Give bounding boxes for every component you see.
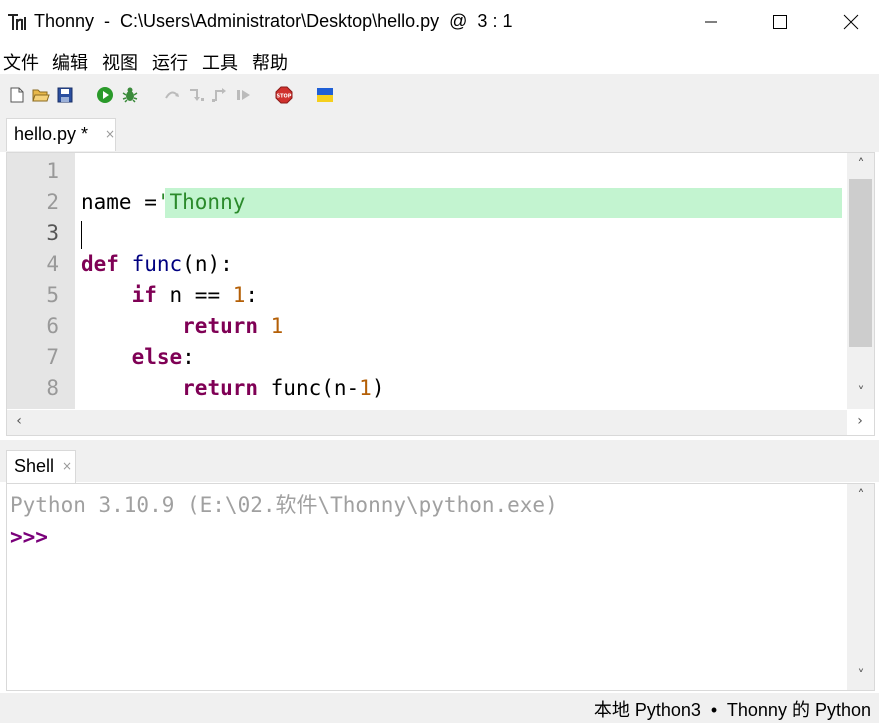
save-icon[interactable]	[56, 86, 74, 104]
svg-text:STOP: STOP	[277, 94, 292, 100]
shell-tab-label: Shell	[14, 456, 55, 476]
debug-icon[interactable]	[121, 86, 139, 104]
line-number: 7	[46, 345, 59, 369]
line-number-current: 3	[46, 221, 59, 245]
editor-tab-label: hello.py *	[14, 124, 89, 144]
shell-banner: Python 3.10.9 (E:\02.软件\Thonny\python.ex…	[10, 493, 558, 517]
maximize-button[interactable]	[757, 0, 803, 44]
step-out-icon[interactable]	[211, 86, 229, 104]
code-line-6: return 1	[182, 314, 284, 338]
menu-tools[interactable]: 工具	[202, 49, 238, 75]
editor-scroll-thumb[interactable]	[849, 179, 872, 347]
code-line-4: def func(n):	[81, 252, 233, 276]
ukraine-flag-icon[interactable]	[316, 86, 334, 104]
code-line-5: if n == 1:	[131, 283, 259, 307]
thonny-logo-icon	[6, 11, 28, 33]
menu-help[interactable]: 帮助	[252, 49, 288, 75]
editor-tab-strip	[0, 116, 879, 152]
close-tab-icon[interactable]: ×	[62, 459, 72, 473]
line-number-gutter: 1 2 3 4 5 6 7 8	[7, 153, 75, 409]
close-tab-icon[interactable]: ×	[105, 127, 115, 141]
unclosed-string-highlight	[165, 188, 842, 218]
line-number: 6	[46, 314, 59, 338]
scroll-down-icon[interactable]: ˅	[851, 385, 871, 401]
code-line-2: name ='Thonny	[81, 190, 246, 214]
menu-file[interactable]: 文件	[3, 49, 39, 75]
scroll-left-icon[interactable]: ‹	[9, 413, 29, 429]
open-file-icon[interactable]	[32, 86, 50, 104]
minimize-button[interactable]	[688, 0, 734, 44]
stop-icon[interactable]: STOP	[275, 86, 293, 104]
run-icon[interactable]	[96, 86, 114, 104]
line-number: 2	[46, 190, 59, 214]
menu-bar: 文件 编辑 视图 运行 工具 帮助	[0, 46, 879, 75]
line-number: 4	[46, 252, 59, 276]
code-line-8: return func(n-1)	[182, 376, 385, 400]
editor-horizontal-scrollbar[interactable]: ‹ ›	[7, 410, 863, 435]
scroll-right-icon[interactable]: ›	[850, 413, 870, 429]
shell-prompt: >>>	[10, 525, 48, 549]
toolbar: STOP	[0, 74, 879, 116]
shell-vertical-scrollbar[interactable]: ˄ ˅	[847, 484, 874, 690]
interpreter-status[interactable]: 本地 Python3 • Thonny 的 Python	[594, 696, 871, 722]
new-file-icon[interactable]	[8, 86, 26, 104]
scroll-up-icon[interactable]: ˄	[851, 488, 871, 504]
resume-icon[interactable]	[235, 86, 253, 104]
scroll-up-icon[interactable]: ˄	[851, 157, 871, 173]
shell-tab-strip	[0, 440, 879, 482]
line-number: 1	[46, 159, 59, 183]
menu-edit[interactable]: 编辑	[52, 49, 88, 75]
line-number: 8	[46, 376, 59, 400]
line-number: 5	[46, 283, 59, 307]
editor-tab-hello-py[interactable]: hello.py * ×	[6, 118, 116, 151]
window-title: Thonny - C:\Users\Administrator\Desktop\…	[34, 11, 513, 31]
code-line-7: else:	[131, 345, 195, 369]
step-over-icon[interactable]	[163, 86, 181, 104]
scroll-down-icon[interactable]: ˅	[851, 668, 871, 684]
menu-view[interactable]: 视图	[102, 49, 138, 75]
step-into-icon[interactable]	[187, 86, 205, 104]
text-cursor	[81, 221, 82, 249]
menu-run[interactable]: 运行	[152, 49, 188, 75]
status-bar: 本地 Python3 • Thonny 的 Python	[0, 693, 879, 723]
close-button[interactable]	[828, 0, 874, 44]
shell-tab[interactable]: Shell ×	[6, 450, 76, 483]
